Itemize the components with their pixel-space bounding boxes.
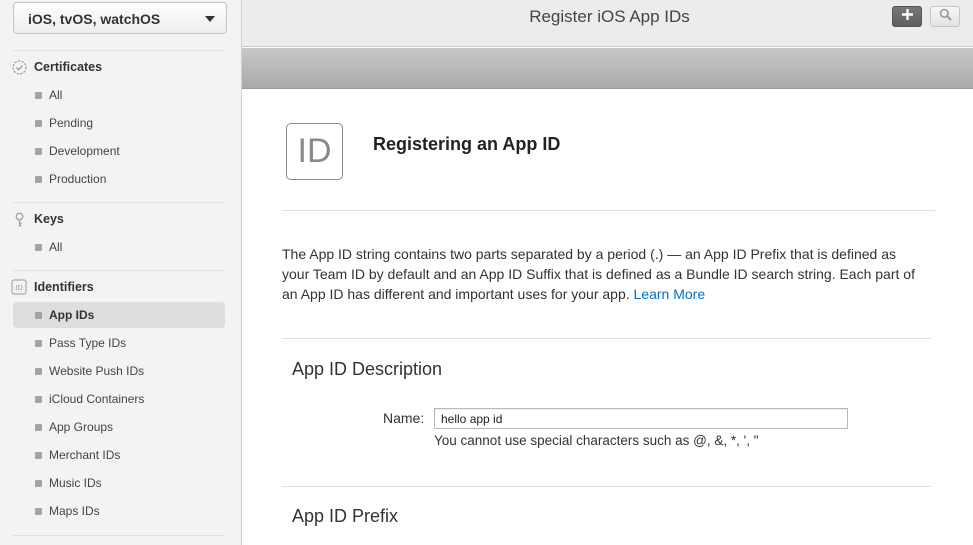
page-heading: Registering an App ID (373, 134, 561, 154)
bullet-icon (35, 395, 42, 403)
section-title: Keys (34, 212, 64, 226)
bullet-icon (35, 339, 42, 347)
sidebar-item-production[interactable]: Production (13, 166, 225, 192)
search-button[interactable] (930, 6, 960, 27)
bullet-icon (35, 243, 42, 251)
bullet-icon (35, 423, 42, 431)
sidebar-item-label: App Groups (49, 420, 114, 434)
sidebar-item-label: Pending (49, 116, 94, 130)
sidebar-item-keys-all[interactable]: All (13, 234, 225, 260)
description-body: The App ID string contains two parts sep… (282, 246, 915, 302)
sidebar-item-app-ids[interactable]: App IDs (13, 302, 225, 328)
id-icon: ID (10, 278, 28, 296)
app-id-prefix-title: App ID Prefix (292, 506, 399, 526)
sidebar-item-maps-ids[interactable]: Maps IDs (13, 498, 225, 524)
bullet-icon (35, 147, 42, 155)
header-bar: Register iOS App IDs (242, 0, 973, 47)
section-identifiers: ID Identifiers (10, 277, 94, 297)
section-divider (13, 202, 225, 203)
sidebar-item-development[interactable]: Development (13, 138, 225, 164)
sidebar-item-label: Maps IDs (49, 504, 100, 518)
sidebar-item-label: All (49, 88, 63, 102)
toolbar-strip (242, 48, 973, 89)
bullet-icon (35, 451, 42, 459)
section-divider (282, 338, 931, 339)
section-title: Identifiers (34, 280, 94, 294)
key-icon (10, 210, 28, 228)
learn-more-link[interactable]: Learn More (634, 286, 706, 302)
section-divider (13, 270, 225, 271)
certificate-icon (10, 58, 28, 76)
section-divider (13, 535, 225, 536)
sidebar-item-certificates-all[interactable]: All (13, 82, 225, 108)
sidebar-item-label: Website Push IDs (49, 364, 145, 378)
section-divider (282, 486, 931, 487)
platform-select-label: iOS, tvOS, watchOS (28, 11, 161, 27)
sidebar-item-label: All (49, 240, 63, 254)
sidebar-item-app-groups[interactable]: App Groups (13, 414, 225, 440)
name-field[interactable] (434, 408, 848, 429)
sidebar: iOS, tvOS, watchOS Certificates All Pend… (0, 0, 242, 545)
name-label: Name: (383, 410, 425, 426)
sidebar-item-website-push-ids[interactable]: Website Push IDs (13, 358, 225, 384)
name-hint: You cannot use special characters such a… (434, 433, 759, 448)
sidebar-item-pass-type-ids[interactable]: Pass Type IDs (13, 330, 225, 356)
search-icon (939, 8, 952, 26)
heading-divider (282, 210, 935, 211)
sidebar-item-label: Pass Type IDs (49, 336, 127, 350)
app-id-description-title: App ID Description (292, 359, 443, 379)
svg-text:ID: ID (15, 283, 23, 292)
sidebar-divider (13, 50, 225, 51)
section-keys: Keys (10, 209, 64, 229)
description-text: The App ID string contains two parts sep… (282, 244, 922, 304)
sidebar-item-label: App IDs (49, 308, 95, 322)
bullet-icon (35, 311, 42, 319)
app-id-logo: ID (286, 123, 343, 180)
page-title: Register iOS App IDs (529, 7, 690, 26)
bullet-icon (35, 175, 42, 183)
plus-icon (901, 8, 914, 26)
add-button[interactable] (892, 6, 922, 27)
bullet-icon (35, 507, 42, 515)
sidebar-item-label: Production (49, 172, 107, 186)
sidebar-item-label: Music IDs (49, 476, 102, 490)
sidebar-item-label: Merchant IDs (49, 448, 121, 462)
sidebar-item-label: iCloud Containers (49, 392, 145, 406)
sidebar-item-icloud-containers[interactable]: iCloud Containers (13, 386, 225, 412)
section-certificates: Certificates (10, 57, 102, 77)
section-title: Certificates (34, 60, 103, 74)
sidebar-item-label: Development (49, 144, 120, 158)
sidebar-item-music-ids[interactable]: Music IDs (13, 470, 225, 496)
bullet-icon (35, 91, 42, 99)
bullet-icon (35, 479, 42, 487)
sidebar-item-merchant-ids[interactable]: Merchant IDs (13, 442, 225, 468)
chevron-down-icon (205, 16, 215, 22)
bullet-icon (35, 367, 42, 375)
sidebar-item-pending[interactable]: Pending (13, 110, 225, 136)
bullet-icon (35, 119, 42, 127)
platform-select[interactable]: iOS, tvOS, watchOS (13, 2, 227, 34)
